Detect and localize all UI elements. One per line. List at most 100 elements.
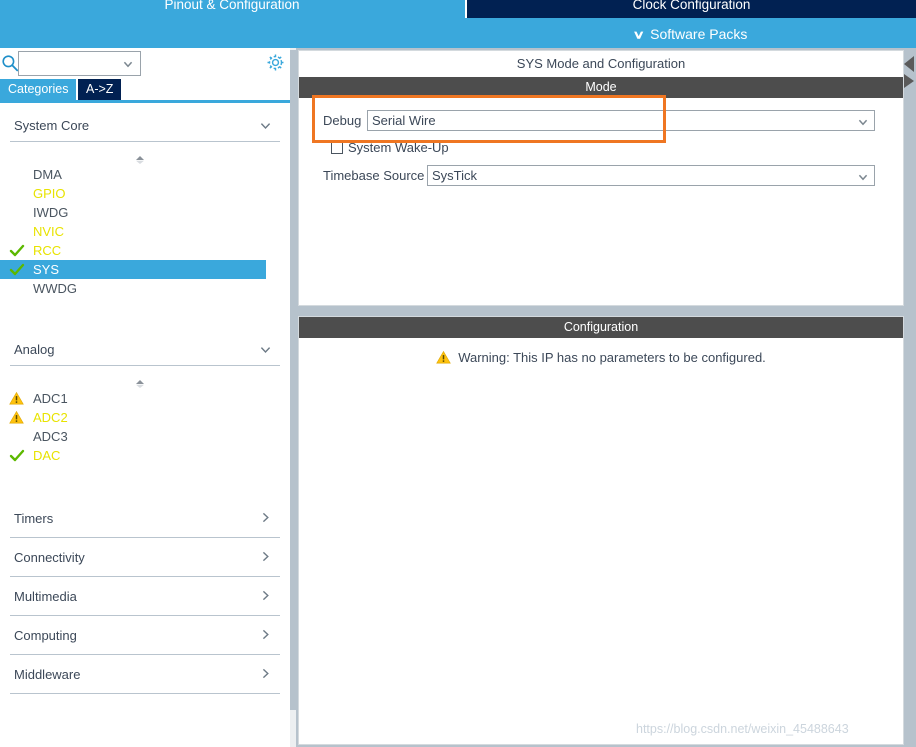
sidebar-item-label: Multimedia (14, 589, 77, 604)
mode-band-label: Mode (585, 80, 617, 94)
software-packs-menu[interactable]: ∨ Software Packs (465, 20, 916, 48)
chevron-right-icon[interactable] (259, 667, 272, 680)
chevron-right-icon[interactable] (259, 550, 272, 563)
sidebar-item-middleware[interactable]: Middleware (10, 656, 280, 694)
check-icon (9, 260, 33, 279)
section-divider (10, 693, 280, 694)
list-item-label: RCC (33, 243, 62, 258)
check-icon (9, 241, 33, 260)
list-item[interactable]: DAC (0, 446, 266, 465)
chevron-down-icon[interactable] (857, 115, 869, 127)
peripheral-sidebar: Categories A->Z System Core DMA GPIO IWD… (0, 48, 296, 747)
chevron-right-icon[interactable] (259, 511, 272, 524)
debug-label: Debug (323, 113, 362, 128)
timebase-source-value: SysTick (432, 168, 478, 183)
list-item-label: ADC2 (33, 410, 68, 425)
scroll-up-indicator-system-core[interactable] (131, 152, 149, 164)
debug-combobox[interactable]: Serial Wire (367, 110, 875, 131)
configuration-card: Configuration Warning: This IP has no pa… (298, 316, 904, 745)
section-header-system-core[interactable]: System Core (10, 110, 280, 142)
list-item[interactable]: ADC1 (0, 389, 266, 408)
tab-pinout-label: Pinout & Configuration (164, 0, 300, 12)
panel-collapse-arrow-up[interactable] (903, 55, 915, 73)
list-item[interactable]: DMA (0, 165, 266, 184)
search-row (0, 48, 290, 79)
list-item-label: ADC1 (33, 391, 68, 406)
peripheral-list-system-core: DMA GPIO IWDG NVIC RCC SYS WWDG (0, 165, 266, 298)
debug-value: Serial Wire (372, 113, 436, 128)
tab-categories-label: Categories (8, 82, 69, 96)
sidebar-item-connectivity[interactable]: Connectivity (10, 539, 280, 577)
section-divider (10, 576, 280, 577)
list-item-label: DMA (33, 167, 62, 182)
sidebar-item-timers[interactable]: Timers (10, 500, 280, 538)
sidebar-item-computing[interactable]: Computing (10, 617, 280, 655)
section-divider (10, 537, 280, 538)
chevron-down-icon[interactable] (259, 343, 272, 356)
section-divider (10, 141, 280, 142)
warning-text: Warning: This IP has no parameters to be… (458, 350, 766, 365)
search-input[interactable] (22, 54, 126, 73)
list-item-label: NVIC (33, 224, 65, 239)
section-title-analog: Analog (14, 342, 55, 357)
list-item[interactable]: RCC (0, 241, 266, 260)
tab-clock-configuration[interactable]: Clock Configuration (465, 0, 916, 18)
list-item[interactable]: ADC3 (0, 427, 266, 446)
timebase-source-label: Timebase Source (323, 168, 425, 183)
item-mark (9, 203, 33, 222)
list-item[interactable]: GPIO (0, 184, 266, 203)
no-parameters-warning: Warning: This IP has no parameters to be… (299, 350, 903, 365)
chevron-down-icon: ∨ (631, 27, 645, 41)
timebase-source-combobox[interactable]: SysTick (427, 165, 875, 186)
list-item-sys-selected[interactable]: SYS (0, 260, 266, 279)
watermark: https://blog.csdn.net/weixin_45488643 (636, 722, 849, 736)
item-mark (9, 427, 33, 446)
system-wake-up-label: System Wake-Up (348, 140, 449, 155)
page-title: SYS Mode and Configuration (299, 51, 903, 76)
check-icon (9, 446, 33, 465)
chevron-down-icon[interactable] (122, 57, 134, 69)
mode-band: Mode (299, 77, 903, 98)
peripheral-list-analog: ADC1 ADC2 ADC3 DAC (0, 389, 266, 465)
warning-triangle-icon (9, 408, 33, 427)
gear-icon[interactable] (266, 53, 285, 72)
list-item[interactable]: ADC2 (0, 408, 266, 427)
list-item[interactable]: IWDG (0, 203, 266, 222)
sidebar-item-multimedia[interactable]: Multimedia (10, 578, 280, 616)
item-mark (9, 184, 33, 203)
panel-collapse-arrow-down[interactable] (903, 72, 915, 90)
list-item[interactable]: NVIC (0, 222, 266, 241)
list-item-label: ADC3 (33, 429, 68, 444)
section-divider (10, 654, 280, 655)
section-header-analog[interactable]: Analog (10, 334, 280, 366)
item-mark (9, 165, 33, 184)
warning-triangle-icon (436, 350, 452, 365)
configuration-band: Configuration (299, 317, 903, 338)
list-item-label: SYS (33, 262, 60, 277)
search-icon (1, 54, 19, 72)
sidebar-tabs: Categories A->Z (0, 79, 290, 103)
scroll-up-indicator-analog[interactable] (131, 376, 149, 388)
section-divider (10, 615, 280, 616)
chevron-right-icon[interactable] (259, 589, 272, 602)
software-packs-label: Software Packs (650, 26, 748, 42)
sidebar-item-label: Timers (14, 511, 54, 526)
list-item-label: IWDG (33, 205, 69, 220)
search-combobox[interactable] (18, 51, 141, 76)
sidebar-item-label: Middleware (14, 667, 81, 682)
list-item[interactable]: WWDG (0, 279, 266, 298)
chevron-right-icon[interactable] (259, 628, 272, 641)
tab-a-to-z-label: A->Z (86, 82, 114, 96)
warning-triangle-icon (9, 389, 33, 408)
chevron-down-icon[interactable] (259, 119, 272, 132)
tab-a-to-z[interactable]: A->Z (78, 79, 122, 100)
section-divider (10, 365, 280, 366)
system-wake-up-checkbox[interactable] (331, 142, 343, 154)
cubemx-window: Pinout & Configuration Clock Configurati… (0, 0, 916, 747)
configuration-band-label: Configuration (563, 320, 639, 334)
tab-pinout-configuration[interactable]: Pinout & Configuration (0, 0, 464, 18)
top-tab-bar: Pinout & Configuration Clock Configurati… (0, 0, 916, 48)
chevron-down-icon[interactable] (857, 170, 869, 182)
tab-categories[interactable]: Categories (0, 79, 77, 100)
item-mark (9, 279, 33, 298)
